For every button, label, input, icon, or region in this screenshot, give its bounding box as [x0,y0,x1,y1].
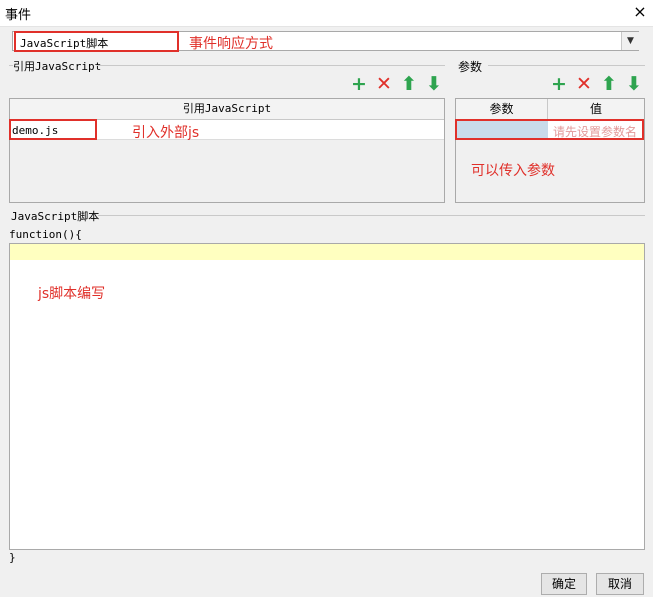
script-open-line: function(){ [9,228,82,241]
cancel-button[interactable]: 取消 [596,573,644,595]
delete-ref-button[interactable]: ✕ [375,75,393,94]
param-section-label: 参数 [458,60,483,74]
ref-section-label: 引用JavaScript [13,60,102,73]
current-line-highlight [10,244,644,260]
annotation-script: js脚本编写 [38,286,106,302]
annotation-box-event-type [14,31,179,52]
move-up-param-button[interactable]: ⬆ [600,75,618,94]
section-divider [97,65,445,66]
move-down-ref-button[interactable]: ⬇ [425,75,443,94]
annotation-param: 可以传入参数 [471,163,555,179]
script-section-label: JavaScript脚本 [11,210,100,223]
annotation-ref: 引入外部js [132,125,200,141]
move-down-param-button[interactable]: ⬇ [625,75,643,94]
annotation-box-ref [9,119,97,140]
ref-table-header: 引用JavaScript [10,99,444,120]
annotation-box-param [455,119,644,140]
chevron-down-icon[interactable]: ▼ [621,32,639,50]
window-title: 事件 [5,8,32,23]
add-ref-button[interactable]: + [350,75,368,94]
section-divider [488,65,645,66]
ok-button[interactable]: 确定 [541,573,587,595]
delete-param-button[interactable]: ✕ [575,75,593,94]
script-close-line: } [9,551,16,564]
param-column-header-value: 值 [548,99,644,120]
move-up-ref-button[interactable]: ⬆ [400,75,418,94]
close-icon[interactable]: × [630,2,650,22]
add-param-button[interactable]: + [550,75,568,94]
annotation-event-type: 事件响应方式 [189,36,273,52]
section-divider [98,215,645,216]
param-column-header-name: 参数 [456,99,548,120]
title-bar [0,0,653,27]
